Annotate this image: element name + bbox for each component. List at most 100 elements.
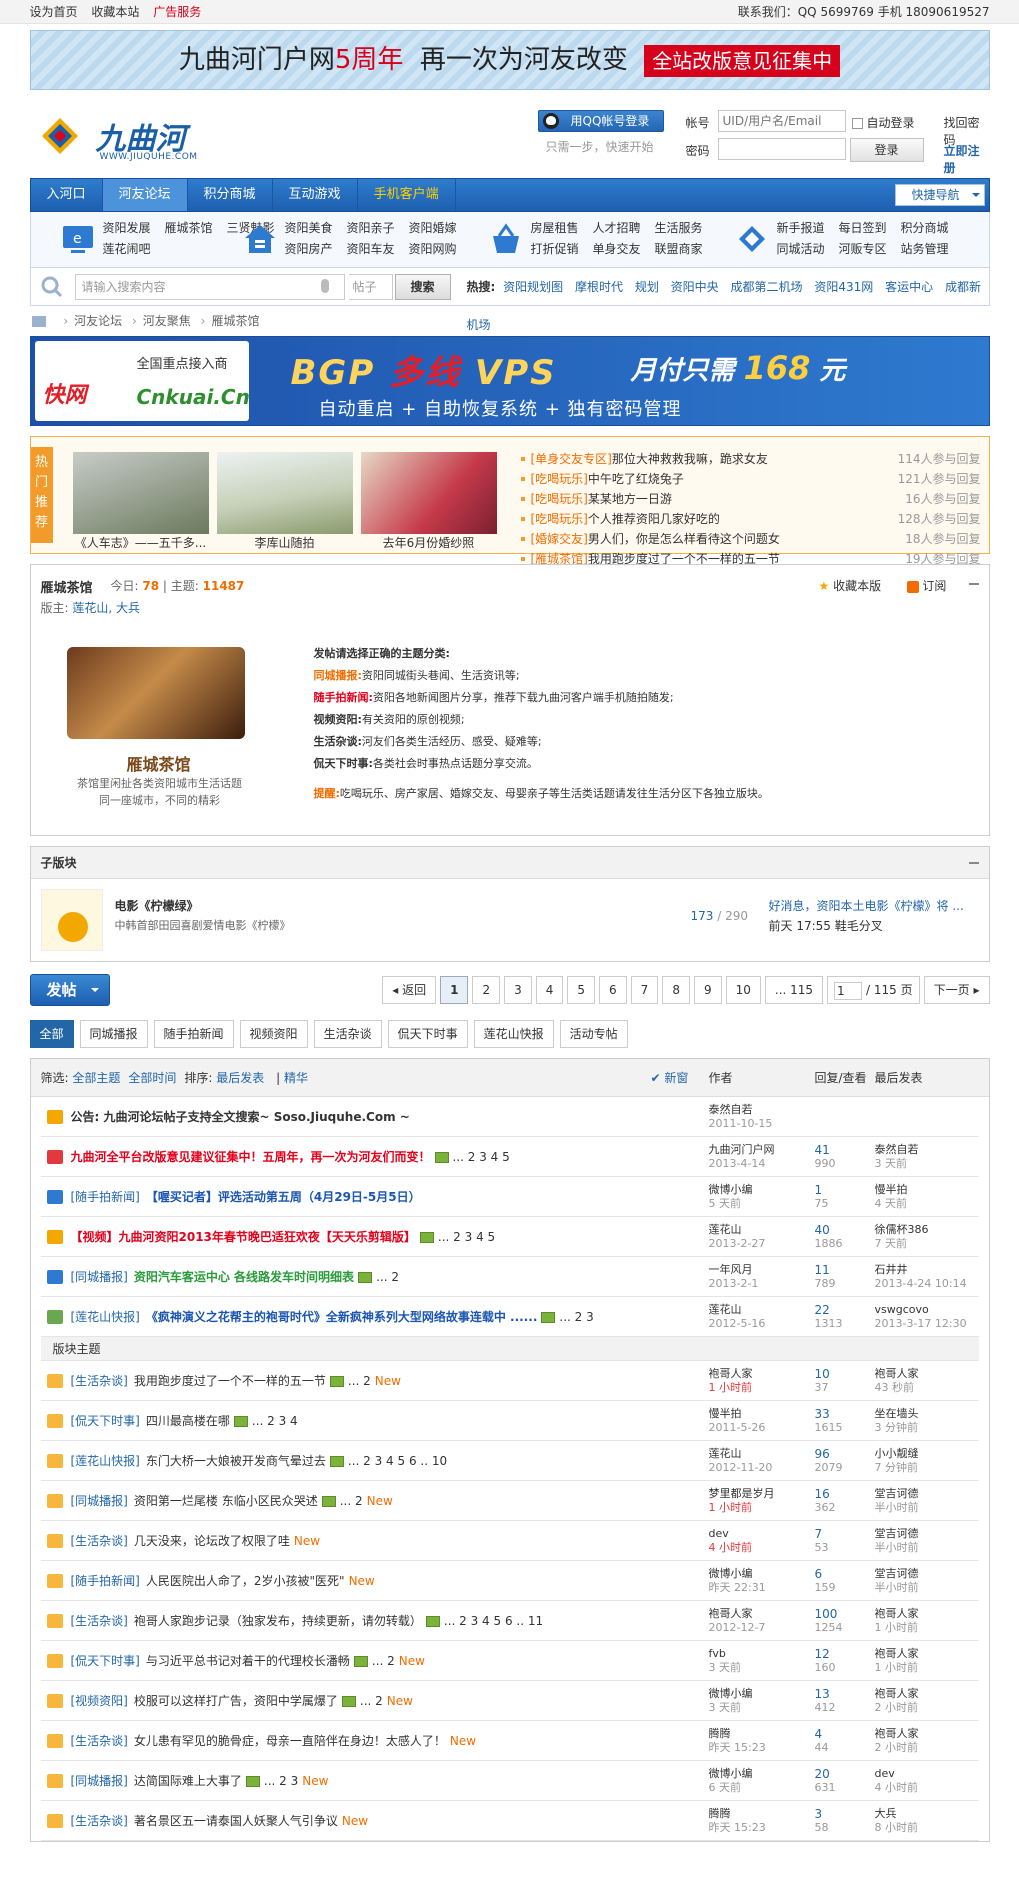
last-poster-link[interactable]: 袍哥人家 bbox=[875, 1367, 919, 1381]
thread-title-link[interactable]: 人民医院出人命了，2岁小孩被"医死" bbox=[146, 1574, 345, 1588]
hot-item-title[interactable]: 男人们，你是怎么样看待这个问题女 bbox=[588, 532, 780, 546]
page-link[interactable]: 2 bbox=[472, 976, 501, 1004]
qq-login-button[interactable]: 用QQ帐号登录 bbox=[537, 110, 664, 132]
thread-pages[interactable]: ... 2 3 4 bbox=[252, 1414, 298, 1428]
thread-category-link[interactable]: [生活杂谈] bbox=[71, 1374, 128, 1388]
last-post-time[interactable]: 半小时前 bbox=[875, 1541, 919, 1555]
last-poster-link[interactable]: 徐儒杯386 bbox=[875, 1223, 929, 1237]
thread-author-link[interactable]: 袍哥人家 bbox=[709, 1367, 753, 1381]
hot-item-cat[interactable]: [吃喝玩乐] bbox=[531, 472, 588, 486]
tab-type[interactable]: 视频资阳 bbox=[239, 1020, 308, 1048]
last-poster-link[interactable]: 袍哥人家 bbox=[875, 1607, 919, 1621]
subnav-link[interactable]: 莲花闹吧 bbox=[103, 239, 165, 260]
search-input[interactable]: 请输入搜索内容 bbox=[74, 274, 345, 300]
thread-author-link[interactable]: 莲花山 bbox=[709, 1223, 766, 1237]
last-post-time[interactable]: 2013-3-17 12:30 bbox=[875, 1317, 967, 1331]
last-post-time[interactable]: 2013-4-24 10:14 bbox=[875, 1277, 967, 1291]
sort-dropdown[interactable]: 最后发表 bbox=[216, 1071, 264, 1085]
thread-category-link[interactable]: [生活杂谈] bbox=[71, 1614, 128, 1628]
favorite-forum-button[interactable]: ★ 收藏本版 bbox=[819, 577, 882, 594]
thread-pages[interactable]: ... 2 bbox=[376, 1270, 399, 1284]
ad-service-link[interactable]: 广告服务 bbox=[153, 5, 201, 19]
next-page-button[interactable]: 下一页 ▸ bbox=[923, 976, 990, 1004]
tab-type[interactable]: 侃天下时事 bbox=[387, 1020, 468, 1048]
hot-pic-item[interactable]: 去年6月份婚纱照 bbox=[360, 452, 497, 552]
thread-pages[interactable]: ... 2 bbox=[348, 1374, 371, 1388]
last-post-time[interactable]: 4 小时前 bbox=[875, 1781, 919, 1795]
page-link[interactable]: ... 115 bbox=[764, 976, 824, 1004]
hot-item-title[interactable]: 中午吃了红烧兔子 bbox=[588, 472, 684, 486]
anniversary-banner[interactable]: 九曲河门户网5周年 再一次为河友改变 全站改版意见征集中 bbox=[29, 30, 990, 90]
hot-item-cat[interactable]: [单身交友专区] bbox=[531, 452, 612, 466]
last-poster-link[interactable]: 堂吉诃德 bbox=[875, 1487, 919, 1501]
page-link[interactable]: 1 bbox=[440, 976, 469, 1004]
last-post-time[interactable]: 4 天前 bbox=[875, 1197, 908, 1211]
thread-category-link[interactable]: [莲花山快报] bbox=[71, 1454, 140, 1468]
subnav-link[interactable]: 资阳房产 bbox=[285, 239, 347, 260]
moderators-link[interactable]: 莲花山, 大兵 bbox=[72, 601, 140, 615]
reply-count[interactable]: 6 bbox=[815, 1567, 836, 1581]
search-scope-select[interactable]: 帖子 bbox=[348, 274, 393, 300]
thread-category-link[interactable]: [莲花山快报] bbox=[71, 1310, 140, 1324]
thread-category-link[interactable]: [随手拍新闻] bbox=[71, 1574, 140, 1588]
collapse-icon[interactable] bbox=[968, 583, 979, 585]
thread-category-link[interactable]: [同城播报] bbox=[71, 1270, 128, 1284]
thread-pages[interactable]: ... 2 3 4 5 6 .. 11 bbox=[444, 1614, 543, 1628]
hot-list-item[interactable]: [婚嫁交友]男人们，你是怎么样看待这个问题女 18人参与回复 bbox=[520, 529, 981, 549]
hot-search-link[interactable]: 摩根时代 bbox=[575, 280, 623, 294]
reply-count[interactable]: 1 bbox=[815, 1183, 829, 1197]
thread-title-link[interactable]: 校服可以这样打广告，资阳中学属爆了 bbox=[134, 1694, 338, 1708]
thread-author-link[interactable]: 莲花山 bbox=[709, 1303, 766, 1317]
nav-item-forum[interactable]: 河友论坛 bbox=[102, 179, 188, 211]
filter-topics-dropdown[interactable]: 全部主题 bbox=[72, 1071, 120, 1085]
login-button[interactable]: 登录 bbox=[849, 138, 924, 162]
thread-title-link[interactable]: 我用跑步度过了一个不一样的五一节 bbox=[134, 1374, 326, 1388]
subnav-link[interactable]: 资阳发展 bbox=[103, 218, 165, 239]
hot-search-link[interactable]: 资阳中央 bbox=[671, 280, 719, 294]
last-post-time[interactable]: 8 小时前 bbox=[875, 1821, 919, 1835]
thread-title-link[interactable]: 资阳汽车客运中心 各线路发车时间明细表 bbox=[134, 1270, 354, 1284]
thread-author-link[interactable]: 梦里都是岁月 bbox=[709, 1487, 775, 1501]
tab-all[interactable]: 全部 bbox=[29, 1020, 74, 1048]
last-post-time[interactable]: 半小时前 bbox=[875, 1501, 919, 1515]
nav-item-games[interactable]: 互动游戏 bbox=[273, 179, 358, 211]
thread-category-link[interactable]: [生活杂谈] bbox=[71, 1814, 128, 1828]
thread-pages[interactable]: ... 2 bbox=[340, 1494, 363, 1508]
reply-count[interactable]: 4 bbox=[815, 1727, 829, 1741]
thread-category-link[interactable]: [同城播报] bbox=[71, 1494, 128, 1508]
last-poster-link[interactable]: 袍哥人家 bbox=[875, 1727, 919, 1741]
thread-author-link[interactable]: 袍哥人家 bbox=[709, 1607, 766, 1621]
hot-search-link[interactable]: 规划 bbox=[635, 280, 659, 294]
last-poster-link[interactable]: 慢半拍 bbox=[875, 1183, 908, 1197]
password-input[interactable] bbox=[717, 138, 846, 160]
thread-category-link[interactable]: [视频资阳] bbox=[71, 1694, 128, 1708]
new-post-button[interactable]: 发帖 bbox=[29, 974, 110, 1006]
subnav-link[interactable]: 站务管理 bbox=[901, 239, 963, 260]
thread-title-link[interactable]: 与习近平总书记对着干的代理校长潘畅 bbox=[146, 1654, 350, 1668]
last-post-time[interactable]: 1 小时前 bbox=[875, 1621, 919, 1635]
thread-row[interactable]: [莲花山快报] 东门大桥一大娘被开发商气晕过去 ... 2 3 4 5 6 .. 1… bbox=[40, 1441, 979, 1481]
last-poster-link[interactable]: 堂吉诃德 bbox=[875, 1567, 919, 1581]
thread-author-link[interactable]: 泰然自若 bbox=[709, 1103, 773, 1117]
set-homepage-link[interactable]: 设为首页 bbox=[30, 5, 78, 19]
last-post-time[interactable]: 3 天前 bbox=[875, 1157, 919, 1171]
reply-count[interactable]: 3 bbox=[815, 1807, 829, 1821]
digest-filter[interactable]: 精华 bbox=[284, 1071, 308, 1085]
thread-title-link[interactable]: 资阳第一烂尾楼 东临小区民众哭述 bbox=[134, 1494, 318, 1508]
page-link[interactable]: 10 bbox=[725, 976, 761, 1004]
thread-row[interactable]: 公告: 九曲河论坛帖子支持全文搜索~ Soso.Jiuquhe.Com ~ 泰然自… bbox=[40, 1097, 979, 1137]
thread-pages[interactable]: ... 2 bbox=[372, 1654, 395, 1668]
hot-item-title[interactable]: 个人推荐资阳几家好吃的 bbox=[588, 512, 720, 526]
tab-type[interactable]: 莲花山快报 bbox=[473, 1020, 554, 1048]
thread-title-link[interactable]: 四川最高楼在哪 bbox=[146, 1414, 230, 1428]
hot-pic-item[interactable]: 李库山随拍 bbox=[216, 452, 353, 552]
tab-type[interactable]: 活动专帖 bbox=[559, 1020, 628, 1048]
page-link[interactable]: 5 bbox=[567, 976, 596, 1004]
reply-count[interactable]: 16 bbox=[815, 1487, 836, 1501]
thread-title-link[interactable]: 几天没来，论坛改了权限了哇 bbox=[134, 1534, 290, 1548]
last-post-time[interactable]: 43 秒前 bbox=[875, 1381, 919, 1395]
thread-row[interactable]: [生活杂谈] 我用跑步度过了一个不一样的五一节... 2 New 袍哥人家 1 小时前 1… bbox=[40, 1361, 979, 1401]
thread-title-link[interactable]: 公告: 九曲河论坛帖子支持全文搜索~ Soso.Jiuquhe.Com ~ bbox=[71, 1110, 410, 1124]
reply-count[interactable]: 10 bbox=[815, 1367, 830, 1381]
thread-category-link[interactable]: [侃天下时事] bbox=[71, 1654, 140, 1668]
